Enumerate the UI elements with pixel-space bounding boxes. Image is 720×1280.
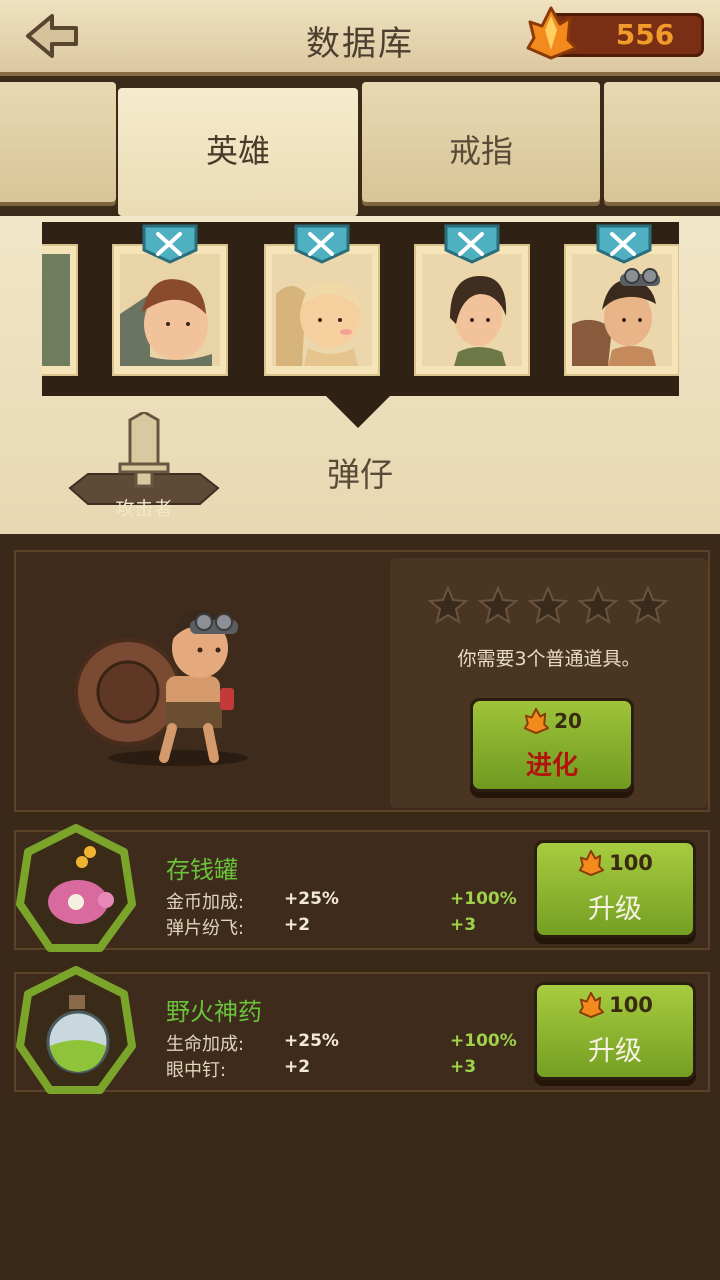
currency-value: 556 <box>615 18 675 51</box>
upgrade-cost-row: 100 <box>537 991 693 1021</box>
crystal-icon <box>526 6 578 60</box>
hero-face-icon <box>42 254 70 366</box>
tab-rings[interactable]: 戒指 <box>362 82 600 202</box>
stat-label: 生命加成: <box>166 1034 245 1055</box>
evolve-cost-row: 20 <box>473 707 631 737</box>
item-row-piggy-bank: 存钱罐 金币加成: +25% +100% 弹片纷飞: +2 +3 100 升级 <box>14 824 710 952</box>
tab-right-partial[interactable] <box>604 82 720 202</box>
attacker-badge-icon <box>142 224 198 264</box>
hero-portrait[interactable] <box>42 244 78 376</box>
piggy-bank-icon <box>16 824 136 952</box>
hero-face-icon <box>572 254 672 366</box>
upgrade-label: 升级 <box>588 894 642 925</box>
item-name: 存钱罐 <box>166 856 238 884</box>
tab-heroes[interactable]: 英雄 <box>118 88 358 216</box>
stat-next-value: +3 <box>450 915 477 935</box>
stat-next-value: +100% <box>450 1031 517 1051</box>
hero-class-label: 攻击者 <box>115 498 173 520</box>
stat-next-value: +100% <box>450 889 517 909</box>
attacker-badge-icon <box>596 224 652 264</box>
hero-selector: 攻击者 弹仔 <box>0 216 720 534</box>
upgrade-label: 升级 <box>588 1036 642 1067</box>
stat-value: +25% <box>284 1031 339 1051</box>
item-name: 野火神药 <box>166 998 262 1026</box>
upgrade-button[interactable]: 100 升级 <box>534 840 696 938</box>
stat-label: 弹片纷飞: <box>166 918 245 939</box>
crystal-icon <box>579 849 605 877</box>
hero-character-icon <box>74 609 248 766</box>
upgrade-button[interactable]: 100 升级 <box>534 982 696 1080</box>
evolve-panel: 你需要3个普通道具。 20 进化 <box>390 558 708 808</box>
star-rating-icon <box>428 586 669 625</box>
stat-label: 金币加成: <box>166 892 245 913</box>
attacker-badge-icon <box>444 224 500 264</box>
attacker-badge-icon <box>294 224 350 264</box>
stat-value: +2 <box>284 915 311 935</box>
hero-showcase: 你需要3个普通道具。 20 进化 <box>14 550 710 812</box>
tab-label: 戒指 <box>448 132 513 170</box>
upgrade-cost: 100 <box>609 993 653 1017</box>
stat-value: +2 <box>284 1057 311 1077</box>
tab-left-partial[interactable] <box>0 82 116 202</box>
top-bar: 数据库 556 <box>0 0 720 76</box>
stat-next-value: +3 <box>450 1057 477 1077</box>
stat-label: 眼中钉: <box>166 1060 227 1081</box>
evolve-cost: 20 <box>554 709 582 733</box>
hero-face-icon <box>422 254 522 366</box>
item-row-potion: 野火神药 生命加成: +25% +100% 眼中钉: +2 +3 100 升级 <box>14 966 710 1094</box>
evolve-label: 进化 <box>525 751 578 781</box>
upgrade-cost: 100 <box>609 851 653 875</box>
upgrade-cost-row: 100 <box>537 849 693 879</box>
selection-pointer <box>326 396 390 428</box>
evolve-button[interactable]: 20 进化 <box>470 698 634 792</box>
hero-portrait-strip[interactable] <box>42 222 679 396</box>
hero-face-icon <box>272 254 372 366</box>
stat-value: +25% <box>284 889 339 909</box>
crystal-icon <box>579 991 605 1019</box>
evolve-requirement: 你需要3个普通道具。 <box>457 648 641 670</box>
hero-face-icon <box>120 254 220 366</box>
tab-bar: 英雄 戒指 <box>0 76 720 216</box>
hero-name: 弹仔 <box>327 455 393 494</box>
tab-label: 英雄 <box>205 132 270 170</box>
crystal-icon <box>524 707 550 735</box>
potion-icon <box>16 966 136 1094</box>
